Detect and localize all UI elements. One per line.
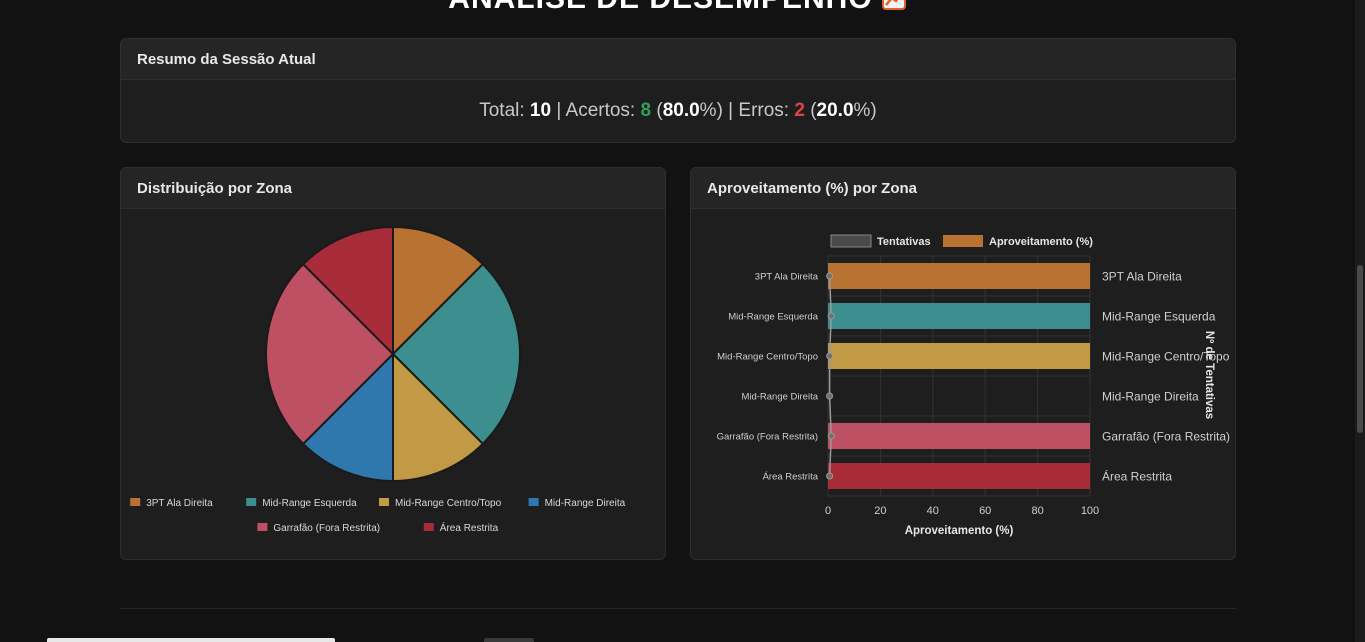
- errors-value: 2: [794, 100, 805, 121]
- zone-distribution-card: Distribuição por Zona 3PT Ala Direita Mid…: [120, 167, 666, 560]
- page-title-text: ANÁLISE DE DESEMPENHO: [448, 0, 872, 15]
- y2-tick-label: Mid-Range Esquerda: [1102, 310, 1216, 324]
- separator: |: [728, 100, 734, 121]
- x-tick-label: 0: [825, 505, 831, 517]
- bar-card-header: Aproveitamento (%) por Zona: [691, 168, 1235, 209]
- scrollbar[interactable]: [1355, 0, 1365, 642]
- footer-element: [484, 638, 534, 642]
- legend-swatch-mid-range-esquerda[interactable]: [246, 498, 257, 506]
- total-value: 10: [529, 100, 552, 121]
- page-title: ANÁLISE DE DESEMPENHO: [0, 0, 1355, 16]
- legend-swatch-tentativas[interactable]: [830, 234, 872, 248]
- y-tick-label: Mid-Range Esquerda: [728, 312, 818, 323]
- errors-percent: 20.0: [816, 100, 854, 121]
- tentativas-point-mid-range-centro-topo[interactable]: [826, 352, 834, 360]
- footer-element: [47, 638, 335, 642]
- bar-mid-range-centro-topo[interactable]: [828, 343, 1090, 369]
- y2-tick-label: 3PT Ala Direita: [1102, 270, 1182, 284]
- hits-value: 8: [640, 100, 652, 121]
- zone-distribution-pie-chart: 3PT Ala Direita Mid-Range Esquerda Mid-Ran…: [130, 225, 626, 534]
- legend-label-aproveitamento[interactable]: Aproveitamento (%): [989, 236, 1093, 248]
- x-tick-label: 40: [927, 505, 939, 517]
- bar-3pt-ala-direita[interactable]: [828, 263, 1090, 289]
- zone-efficiency-card: Aproveitamento (%) por Zona Tentativas Ap…: [690, 167, 1236, 560]
- legend-label-mid-range-centro-topo[interactable]: Mid-Range Centro/Topo: [395, 498, 502, 509]
- chart-increasing-icon: [881, 0, 907, 11]
- bar-mid-range-esquerda[interactable]: [828, 303, 1090, 329]
- total-label: Total:: [479, 100, 525, 121]
- legend-label-tentativas[interactable]: Tentativas: [877, 236, 931, 248]
- errors-label: Erros:: [738, 100, 790, 121]
- scrollbar-thumb[interactable]: [1357, 265, 1363, 433]
- legend-label-3pt-ala-direita[interactable]: 3PT Ala Direita: [146, 498, 213, 509]
- summary-card-header: Resumo da Sessão Atual: [121, 39, 1235, 80]
- hits-label: Acertos:: [565, 100, 636, 121]
- y2-tick-label: Garrafão (Fora Restrita): [1102, 430, 1230, 444]
- tentativas-point-mid-range-esquerda[interactable]: [827, 312, 835, 320]
- y-tick-label: 3PT Ala Direita: [755, 272, 819, 283]
- x-tick-label: 100: [1081, 505, 1099, 517]
- y2-axis-label: Nº de Tentativas: [1203, 331, 1215, 419]
- pie-card-header: Distribuição por Zona: [121, 168, 665, 209]
- legend-label-area-restrita[interactable]: Área Restrita: [440, 521, 499, 534]
- legend-swatch-garrafao-fora-restrita[interactable]: [257, 523, 268, 531]
- hits-percent: 80.0: [662, 100, 700, 121]
- x-tick-label: 20: [874, 505, 886, 517]
- session-summary-card: Resumo da Sessão Atual Total: 10 | Acert…: [120, 38, 1236, 143]
- y-tick-label: Área Restrita: [763, 472, 819, 483]
- legend-swatch-area-restrita[interactable]: [423, 523, 434, 531]
- tentativas-point-area-restrita[interactable]: [826, 472, 834, 480]
- legend-swatch-mid-range-centro-topo[interactable]: [379, 498, 389, 506]
- y-tick-label: Mid-Range Direita: [741, 392, 818, 403]
- x-tick-label: 60: [979, 505, 991, 517]
- y2-tick-label: Mid-Range Direita: [1102, 390, 1199, 404]
- tentativas-point-mid-range-direita[interactable]: [826, 392, 834, 400]
- bar-area-restrita[interactable]: [828, 463, 1090, 489]
- legend-swatch-3pt-ala-direita[interactable]: [130, 498, 141, 506]
- bar-garrafao-fora-restrita[interactable]: [828, 423, 1090, 449]
- legend-label-mid-range-esquerda[interactable]: Mid-Range Esquerda: [262, 498, 357, 509]
- legend-label-garrafao-fora-restrita[interactable]: Garrafão (Fora Restrita): [273, 523, 380, 534]
- section-divider: [120, 608, 1236, 609]
- y-tick-label: Mid-Range Centro/Topo: [717, 352, 818, 363]
- separator: |: [556, 100, 562, 121]
- tentativas-point-garrafao-fora-restrita[interactable]: [827, 432, 835, 440]
- legend-swatch-aproveitamento[interactable]: [943, 235, 983, 247]
- tentativas-point-3pt-ala-direita[interactable]: [826, 272, 834, 280]
- y2-tick-label: Área Restrita: [1102, 469, 1172, 484]
- y-tick-label: Garrafão (Fora Restrita): [717, 432, 818, 443]
- legend-swatch-mid-range-direita[interactable]: [528, 498, 539, 506]
- x-axis-label: Aproveitamento (%): [905, 525, 1014, 537]
- legend-label-mid-range-direita[interactable]: Mid-Range Direita: [545, 498, 626, 509]
- summary-stats: Total: 10 | Acertos: 8 (80.0%) | Erros: …: [479, 100, 877, 121]
- zone-efficiency-bar-chart: Tentativas Aproveitamento (%) 0 20 40 60 80 100…: [717, 234, 1230, 537]
- x-tick-label: 80: [1031, 505, 1043, 517]
